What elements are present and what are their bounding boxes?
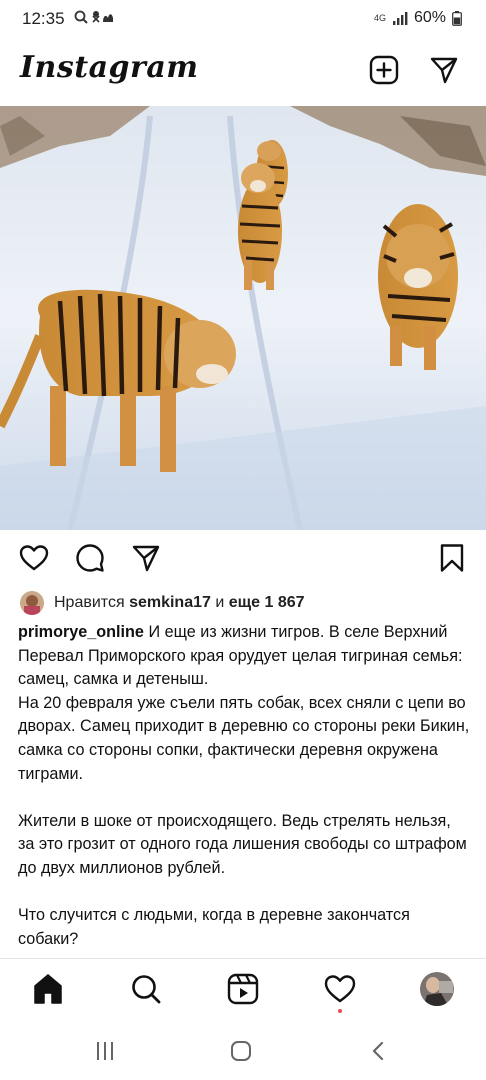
caption-paragraph-1: На 20 февраля уже съели пять собак, всех… <box>18 693 470 783</box>
new-post-button[interactable] <box>368 54 400 86</box>
system-navigation <box>0 1022 486 1080</box>
likes-others[interactable]: еще 1 867 <box>229 594 305 612</box>
reels-icon <box>227 973 259 1005</box>
direct-message-icon <box>430 57 458 84</box>
comment-icon <box>76 544 104 572</box>
network-type: 4G <box>373 13 386 23</box>
post-actions <box>0 530 486 586</box>
nav-activity[interactable] <box>322 971 358 1013</box>
nav-profile[interactable] <box>419 971 455 1007</box>
status-time: 12:35 <box>22 9 65 28</box>
nav-search[interactable] <box>128 971 164 1007</box>
new-post-icon <box>369 55 399 85</box>
likes-user[interactable]: semkina17 <box>129 594 211 612</box>
post-caption: primorye_online И еще из жизни тигров. В… <box>18 621 470 951</box>
search-icon <box>74 10 88 24</box>
app-header: Instagram <box>0 38 486 106</box>
caption-paragraph-2: Жители в шоке от происходящего. Ведь стр… <box>18 811 467 877</box>
likes-prefix: Нравится <box>54 594 125 611</box>
notification-icon <box>92 11 113 23</box>
search-icon <box>132 975 161 1004</box>
status-bar: 12:35 4G 60% <box>0 0 486 38</box>
back-icon[interactable] <box>368 1040 390 1062</box>
share-icon <box>132 545 160 572</box>
profile-avatar <box>420 972 454 1006</box>
nav-home[interactable] <box>30 971 66 1007</box>
caption-username[interactable]: primorye_online <box>18 623 144 641</box>
activity-icon <box>324 975 356 1003</box>
direct-message-button[interactable] <box>428 54 460 86</box>
battery-icon <box>452 10 462 26</box>
likes-row[interactable]: Нравится semkina17 и еще 1 867 <box>20 590 305 616</box>
instagram-logo: Instagram <box>20 50 199 85</box>
bookmark-icon <box>440 544 464 572</box>
liker-avatar <box>20 591 44 615</box>
home-circle-icon[interactable] <box>230 1040 252 1062</box>
activity-notification-dot <box>338 1009 342 1013</box>
nav-reels[interactable] <box>225 971 261 1007</box>
save-button[interactable] <box>436 542 468 574</box>
likes-middle: и <box>215 594 225 611</box>
comment-button[interactable] <box>74 542 106 574</box>
battery-percent: 60% <box>413 9 446 26</box>
share-button[interactable] <box>130 542 162 574</box>
bottom-navigation <box>0 958 486 1023</box>
tigers-on-snowy-road-photo <box>0 106 486 530</box>
recents-icon[interactable] <box>94 1040 116 1062</box>
heart-icon <box>19 545 49 571</box>
like-button[interactable] <box>18 542 50 574</box>
caption-paragraph-3: Что случится с людьми, когда в деревне з… <box>18 906 410 948</box>
post-image[interactable] <box>0 106 486 530</box>
signal-icon <box>392 12 408 25</box>
home-icon <box>34 974 62 1004</box>
